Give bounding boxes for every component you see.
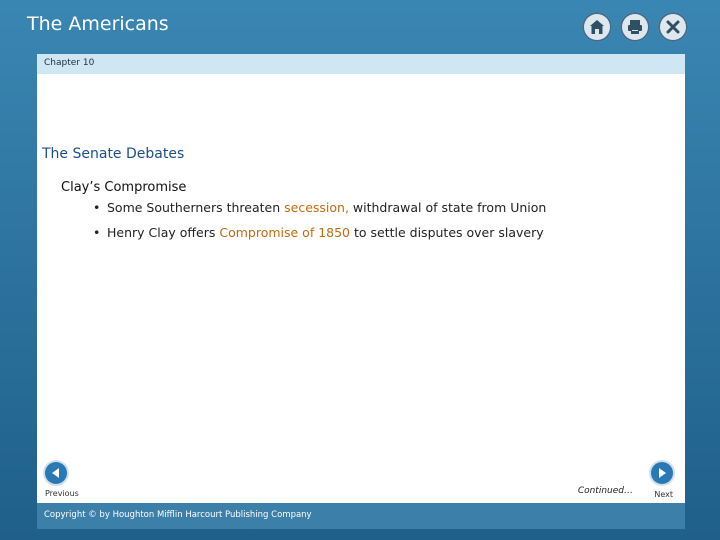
- bullet-item: Henry Clay offers Compromise of 1850 to …: [93, 225, 546, 240]
- bullet-text-after: withdrawal of state from Union: [348, 200, 547, 215]
- previous-arrow-icon: [45, 462, 67, 484]
- bullet-text-before: Henry Clay offers: [107, 225, 220, 240]
- home-icon: [590, 20, 604, 34]
- chapter-bar: Chapter 10: [37, 54, 685, 74]
- app-title: The Americans: [27, 13, 169, 35]
- print-icon: [628, 20, 642, 34]
- continued-label: Continued…: [577, 486, 633, 496]
- bullet-item: Some Southerners threaten secession, wit…: [93, 200, 546, 215]
- bullet-text-after: to settle disputes over slavery: [350, 225, 544, 240]
- next-label[interactable]: Next: [654, 490, 673, 499]
- chapter-label: Chapter 10: [44, 58, 95, 68]
- previous-button[interactable]: [45, 462, 67, 484]
- copyright-text: Copyright © by Houghton Mifflin Harcourt…: [44, 510, 312, 520]
- bullet-list: Some Southerners threaten secession, wit…: [93, 200, 546, 250]
- next-button[interactable]: [651, 462, 673, 484]
- bullet-highlight: Compromise of 1850: [219, 225, 351, 240]
- toolbar-icons: [582, 12, 688, 42]
- previous-label[interactable]: Previous: [45, 489, 79, 498]
- home-button[interactable]: [582, 12, 612, 42]
- slide-content: The Senate Debates Clay’s Compromise Som…: [37, 74, 685, 503]
- bullet-text-before: Some Southerners threaten: [107, 200, 285, 215]
- next-arrow-icon: [651, 462, 673, 484]
- slide-frame: The Americans Chapter 10 The Senate Deba…: [0, 0, 720, 540]
- slide-heading: The Senate Debates: [42, 146, 185, 162]
- print-button[interactable]: [620, 12, 650, 42]
- slide-subheading: Clay’s Compromise: [61, 180, 187, 195]
- bullet-highlight: secession,: [284, 200, 349, 215]
- close-button[interactable]: [658, 12, 688, 42]
- footer-bar: Copyright © by Houghton Mifflin Harcourt…: [37, 503, 685, 529]
- close-icon: [666, 20, 680, 34]
